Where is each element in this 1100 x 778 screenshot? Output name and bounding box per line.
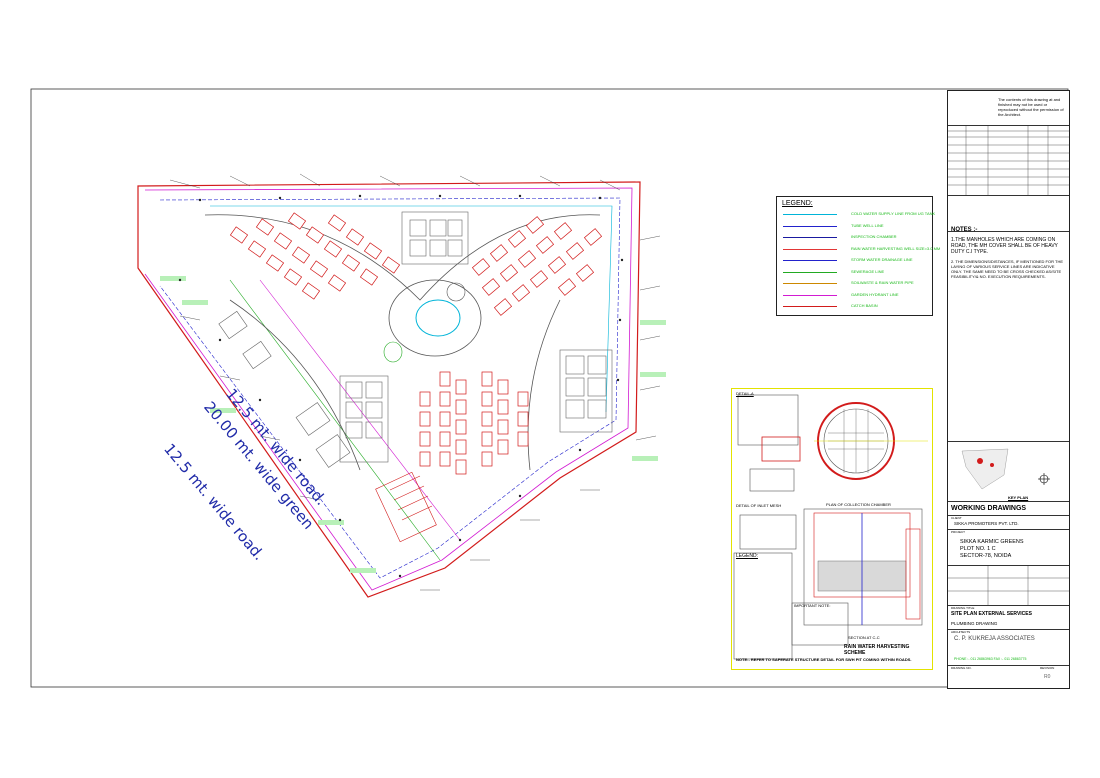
revision-value: R0 <box>1044 674 1051 680</box>
legend-item-label: STORM WATER DRAINAGE LINE <box>851 257 913 262</box>
legend-item-label: SEWERAGE LINE <box>851 268 885 274</box>
legend-item-label: CATCH BASIN <box>851 303 878 308</box>
drawing-info-grid <box>948 565 1069 605</box>
perimeter-parking-sw <box>375 471 437 543</box>
title-block: The contents of this drawing at and fini… <box>947 90 1070 689</box>
inner-road-east <box>527 299 561 471</box>
drawing-sheet: 12.5 mt. wide road. 20.00 mt. wide green… <box>0 0 1100 778</box>
legend-item: STORM WATER DRAINAGE LINE <box>781 256 929 265</box>
revision-label: REVISION <box>1040 666 1055 670</box>
revision-table <box>948 125 1069 195</box>
amenity-circle-2 <box>383 341 403 363</box>
legend-item: INSPECTION CHAMBER <box>781 233 929 242</box>
rwh-title: RAIN WATER HARVESTING SCHEME <box>844 644 910 656</box>
legend-title: LEGEND: <box>782 200 813 207</box>
water-supply-line <box>210 205 613 413</box>
garden-hydrant-line <box>144 187 633 591</box>
legend-item-label: RAIN WATER HARVESTING WELL SIZE=3.0 MM <box>851 245 941 251</box>
drawing-subtitle: PLUMBING DRAWING <box>951 621 998 626</box>
villa-rows-northwest <box>229 212 401 300</box>
key-plan <box>961 448 1050 490</box>
key-plan-label: KEY PLAN <box>1008 495 1029 500</box>
section-label: SECTION AT C-C <box>848 635 880 640</box>
notes-title: NOTES :- <box>951 227 978 233</box>
legend-item-label: SOILWASTE & RAIN WATER PIPE <box>851 280 914 285</box>
project-line-3: SECTOR-78, NOIDA <box>960 553 1012 559</box>
project-line-1: SIKKA KARMIC GREENS <box>960 539 1024 545</box>
legend-item: COLD WATER SUPPLY LINE FROM UG TANK <box>781 210 935 219</box>
site-plan-drawing <box>30 88 1069 688</box>
client-name: SIKKA PROMOTERS PVT. LTD. <box>954 521 1019 526</box>
plan-label: PLAN OF COLLECTION CHAMBER <box>826 502 891 507</box>
inlet-label: DETAIL OF INLET MESH <box>736 503 782 508</box>
services-legend: LEGEND: COLD WATER SUPPLY LINE FROM UG T… <box>776 196 940 316</box>
detail-bottom-note: NOTE:- REFER TO SAPERATE STRUCTURE DETAI… <box>736 657 912 662</box>
legend-item: CATCH BASIN <box>781 302 929 311</box>
rwh-detail-drawing <box>733 394 928 660</box>
villa-rows-northeast <box>471 216 603 316</box>
working-drawings: WORKING DRAWINGS <box>951 505 1027 512</box>
legend-item: GARDEN HYDRANT LINE <box>781 291 929 300</box>
detail-legend-title: LEGEND: <box>736 553 758 559</box>
legend-item-label: COLD WATER SUPPLY LINE FROM UG TANK <box>851 211 936 216</box>
legend-item-label: TUBE WELL LINE <box>851 222 884 228</box>
important-note-title: IMPORTANT NOTE: <box>794 603 831 608</box>
rwh-detail-panel: DETAIL-A DETAIL OF INLET MESH PLAN OF CO… <box>731 388 933 670</box>
architect-label: ARCHITECTS <box>951 630 971 634</box>
tower-cluster-east <box>559 349 613 433</box>
legend-item: TUBE WELL LINE <box>781 222 929 231</box>
legend-item: RAIN WATER HARVESTING WELL SIZE=3.0 MM <box>781 245 940 254</box>
legend-item-label: INSPECTION CHAMBER <box>851 234 897 239</box>
disclaimer: The contents of this drawing at and fini… <box>998 97 1064 117</box>
legend-item: SEWERAGE LINE <box>781 268 929 277</box>
central-court <box>388 279 482 357</box>
drawing-title: SITE PLAN EXTERNAL SERVICES <box>951 611 1032 617</box>
tower-cluster-north <box>401 211 469 265</box>
pool-outline <box>415 299 461 337</box>
drawing-no-label: DRAWING NO. <box>951 666 972 670</box>
site-boundary <box>137 181 641 598</box>
amenity-circle <box>446 282 466 302</box>
note-1: 1.THE MANHOLES WHICH ARE COMING ON ROAD,… <box>951 237 1058 255</box>
legend-line-icon <box>783 306 837 314</box>
manhole-markers <box>178 194 624 578</box>
detail-a-label: DETAIL-A <box>736 391 754 396</box>
villa-rows-south <box>419 371 529 475</box>
note-2: 2. THE DIMENSIONS/DISTANCES, IF MENTIONE… <box>951 259 1064 279</box>
project-label: PROJECT <box>951 530 966 534</box>
legend-item: SOILWASTE & RAIN WATER PIPE <box>781 279 929 288</box>
architect-contact: PHONE :- 011 26863963 FAX :- 011 2686377… <box>954 657 1027 661</box>
project-line-2: PLOT NO. 1 C <box>960 546 996 552</box>
architect-name: C. P. KUKREJA ASSOCIATES <box>954 636 1035 642</box>
legend-item-label: GARDEN HYDRANT LINE <box>851 291 899 297</box>
